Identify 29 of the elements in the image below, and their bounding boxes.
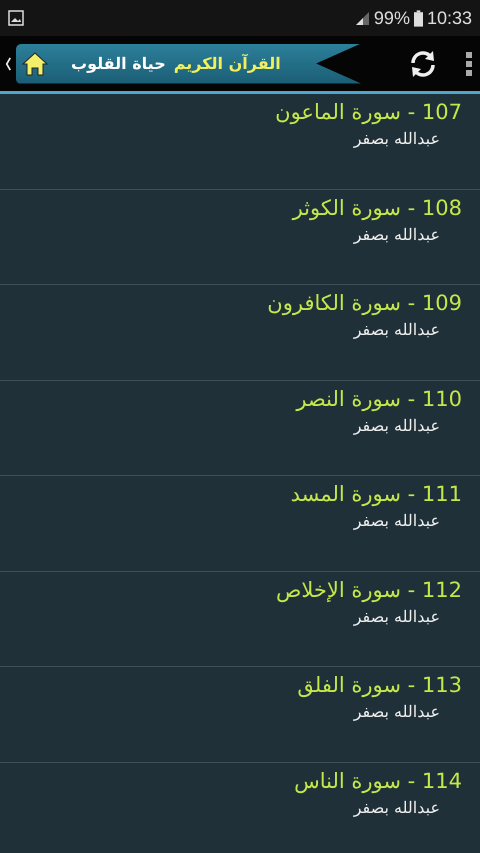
surah-title: 108 - سورة الكوثر <box>292 194 462 222</box>
signal-icon <box>354 10 370 26</box>
app-title: القرآن الكريم <box>174 54 281 73</box>
reciter-name: عبدالله بصفر <box>354 796 440 819</box>
surah-list-item[interactable]: 112 - سورة الإخلاص عبدالله بصفر <box>0 572 480 667</box>
app-subtitle: حياة القلوب <box>71 54 166 73</box>
surah-title: 114 - سورة الناس <box>294 768 462 796</box>
battery-percentage: 99% <box>374 8 410 28</box>
clock: 10:33 <box>426 8 472 28</box>
menu-icon[interactable] <box>466 52 472 76</box>
surah-title: 110 - سورة النصر <box>296 386 462 414</box>
reciter-name: عبدالله بصفر <box>354 128 440 150</box>
back-chevron-icon[interactable] <box>5 56 12 70</box>
surah-list-item[interactable]: 110 - سورة النصر عبدالله بصفر <box>0 380 480 476</box>
reciter-name: عبدالله بصفر <box>354 510 440 532</box>
surah-title: 112 - سورة الإخلاص <box>276 576 462 604</box>
reciter-name: عبدالله بصفر <box>354 414 440 437</box>
picture-notification-icon <box>8 10 24 26</box>
reciter-name: عبدالله بصفر <box>354 701 440 723</box>
reciter-name: عبدالله بصفر <box>354 319 440 341</box>
surah-title: 111 - سورة المسد <box>290 481 462 508</box>
surah-title: 109 - سورة الكافرون <box>267 290 462 318</box>
battery-icon <box>414 10 423 26</box>
reciter-name: عبدالله بصفر <box>354 606 440 628</box>
surah-title: 113 - سورة الفلق <box>297 672 462 700</box>
surah-title: 107 - سورة الماعون <box>275 99 462 126</box>
reciter-name: عبدالله بصفر <box>354 224 440 246</box>
home-icon[interactable] <box>21 50 49 76</box>
surah-list-item[interactable]: 108 - سورة الكوثر عبدالله بصفر <box>0 190 480 285</box>
